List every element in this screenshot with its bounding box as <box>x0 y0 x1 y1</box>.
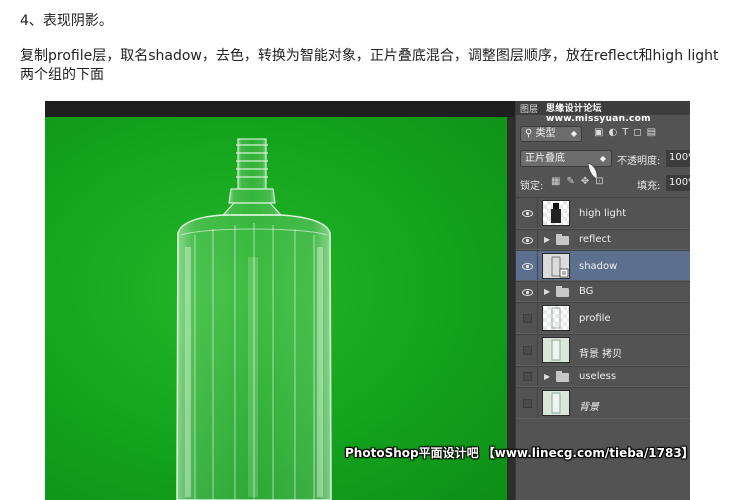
filter-icons: ▣◐T◻▤ <box>594 127 661 138</box>
layer-profile[interactable]: profile <box>516 302 690 334</box>
canvas-top-bar <box>45 101 515 117</box>
glass-bottle-image <box>176 138 332 500</box>
image-filter-icon[interactable]: ▣ <box>594 127 608 138</box>
opacity-input[interactable]: 100% <box>666 150 690 167</box>
expand-arrow-icon[interactable]: ▶ <box>544 287 550 296</box>
lock-paint-icon[interactable]: ✎ <box>566 176 580 187</box>
hidden-visibility-box <box>523 372 532 381</box>
document-canvas[interactable] <box>45 117 507 500</box>
eye-icon <box>522 210 533 217</box>
folder-icon <box>556 371 569 382</box>
lock-move-icon[interactable]: ✥ <box>581 176 595 187</box>
hidden-visibility-box <box>523 399 532 408</box>
adjustment-filter-icon[interactable]: ◐ <box>608 127 622 138</box>
expand-arrow-icon[interactable]: ▶ <box>544 372 550 381</box>
step-title: 4、表现阴影。 <box>20 13 113 29</box>
visibility-toggle[interactable] <box>516 335 538 365</box>
group-name: useless <box>579 371 617 382</box>
layer-thumbnail <box>542 337 570 363</box>
layers-list: high light ▶ reflect shadow ▶ BG profile… <box>516 197 690 419</box>
layer-thumbnail <box>542 305 570 331</box>
site-watermark: PhotoShop平面设计吧 【www.linecg.com/tieba/178… <box>345 446 694 460</box>
step-description: 复制profile层，取名shadow，去色，转换为智能对象，正片叠底混合，调整… <box>20 48 719 83</box>
layers-panel: 图层 思缘设计论坛 www.missyuan.com ⚲ 类型 ◆ ▣◐T◻▤ … <box>515 101 690 500</box>
eye-icon <box>522 263 533 270</box>
group-name: BG <box>579 286 594 297</box>
layer-background-copy[interactable]: 背景 拷贝 <box>516 334 690 366</box>
visibility-toggle[interactable] <box>516 230 538 249</box>
shape-filter-icon[interactable]: ◻ <box>633 127 646 138</box>
visibility-toggle[interactable] <box>516 282 538 301</box>
filter-kind-select[interactable]: ⚲ 类型 ◆ <box>520 126 582 142</box>
hidden-visibility-box <box>523 314 532 323</box>
layer-thumbnail <box>542 253 570 279</box>
type-filter-icon[interactable]: T <box>622 127 633 138</box>
visibility-toggle[interactable] <box>516 388 538 418</box>
chevron-updown-icon: ◆ <box>599 154 606 163</box>
visibility-toggle[interactable] <box>516 251 538 280</box>
lock-transparent-icon[interactable]: ▦ <box>551 176 566 187</box>
folder-icon <box>556 286 569 297</box>
lock-row: 锁定: ▦✎✥⊡ 填充: 100% <box>516 175 690 193</box>
filter-row: ⚲ 类型 ◆ ▣◐T◻▤ <box>516 126 690 144</box>
layer-name: 背景 <box>579 402 599 413</box>
group-bg[interactable]: ▶ BG <box>516 281 690 302</box>
layer-name: 背景 拷贝 <box>579 349 623 360</box>
group-useless[interactable]: ▶ useless <box>516 366 690 387</box>
visibility-toggle[interactable] <box>516 198 538 228</box>
group-reflect[interactable]: ▶ reflect <box>516 229 690 250</box>
layer-background[interactable]: 背景 <box>516 387 690 419</box>
chevron-updown-icon: ◆ <box>570 129 577 138</box>
lock-icons: ▦✎✥⊡ <box>551 176 610 187</box>
canvas-divider <box>507 117 515 500</box>
layer-name: shadow <box>579 261 618 272</box>
eye-icon <box>522 237 533 244</box>
expand-arrow-icon[interactable]: ▶ <box>544 235 550 244</box>
filter-kind-label: 类型 <box>535 128 556 139</box>
hidden-visibility-box <box>523 346 532 355</box>
lock-all-icon[interactable]: ⊡ <box>595 176 609 187</box>
fill-input[interactable]: 100% <box>666 175 690 191</box>
lock-label: 锁定: <box>520 181 544 192</box>
opacity-label: 不透明度: <box>617 156 661 167</box>
layer-shadow[interactable]: shadow <box>516 250 690 281</box>
search-icon: ⚲ <box>525 128 533 139</box>
smart-object-filter-icon[interactable]: ▤ <box>647 127 661 138</box>
layer-thumbnail <box>542 390 570 416</box>
fill-label: 填充: <box>637 181 661 192</box>
visibility-toggle[interactable] <box>516 367 538 386</box>
layer-name: high light <box>579 208 627 219</box>
blend-mode-value: 正片叠底 <box>525 153 565 164</box>
photoshop-screenshot: 图层 思缘设计论坛 www.missyuan.com ⚲ 类型 ◆ ▣◐T◻▤ … <box>45 101 690 500</box>
folder-icon <box>556 234 569 245</box>
layers-panel-title[interactable]: 图层 <box>520 102 538 115</box>
layer-thumbnail <box>542 200 570 226</box>
layer-name: profile <box>579 313 611 324</box>
eye-icon <box>522 289 533 296</box>
layer-high-light[interactable]: high light <box>516 197 690 229</box>
group-name: reflect <box>579 234 611 245</box>
blend-row: 正片叠底 ◆ 不透明度: 100% <box>516 150 690 169</box>
header-watermark: 思缘设计论坛 www.missyuan.com <box>546 104 651 124</box>
visibility-toggle[interactable] <box>516 303 538 333</box>
layers-panel-header: 图层 思缘设计论坛 www.missyuan.com <box>516 101 690 124</box>
